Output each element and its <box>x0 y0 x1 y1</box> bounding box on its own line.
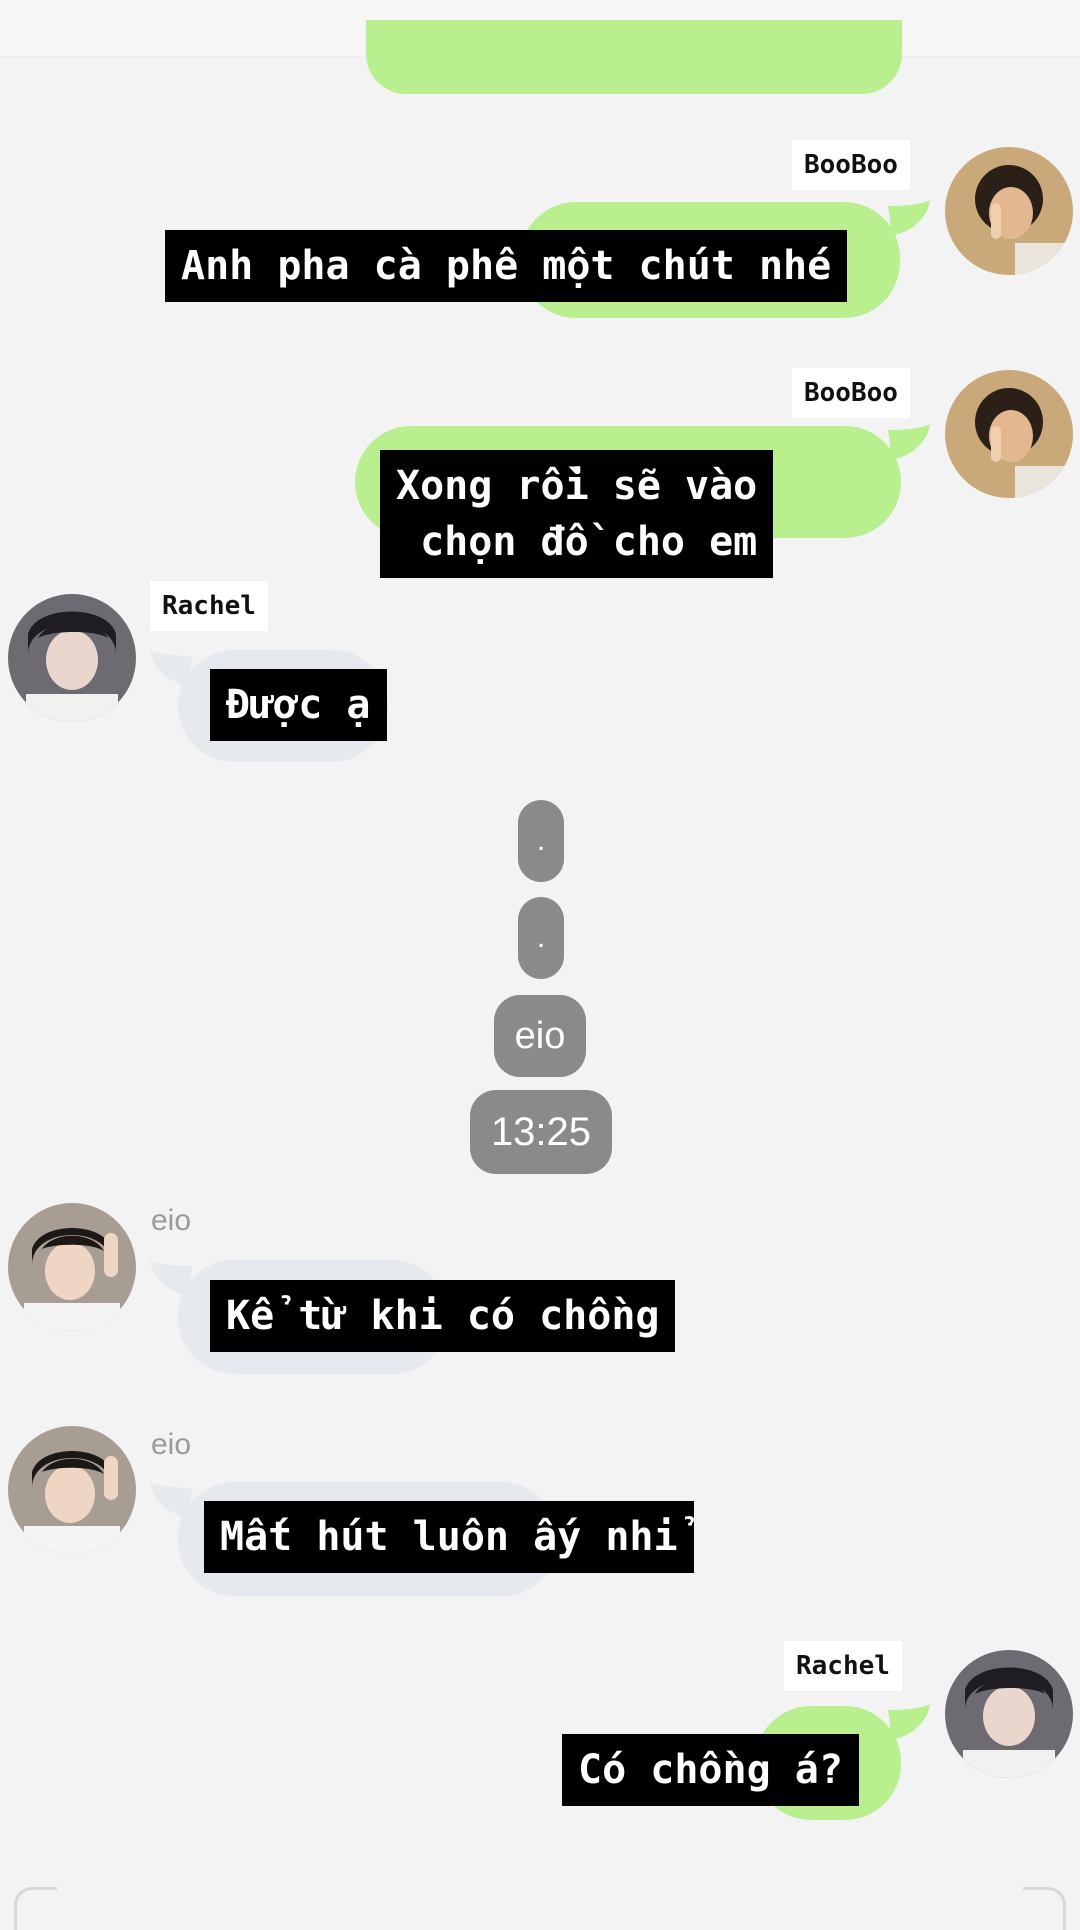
message-text-6: Có chồng á? <box>562 1734 859 1806</box>
message-text-5: Mất hút luôn ấy nhỉ <box>204 1501 694 1573</box>
avatar-eio-icon[interactable] <box>8 1426 136 1554</box>
avatar-booboo-icon[interactable] <box>945 370 1073 498</box>
bubble-tail-right <box>888 1704 930 1740</box>
corner-guide-left <box>14 1887 57 1930</box>
message-text-1: Anh pha cà phê một chút nhé <box>165 230 848 302</box>
avatar-booboo-icon[interactable] <box>945 147 1073 275</box>
avatar-eio-icon[interactable] <box>8 1203 136 1331</box>
corner-guide-right <box>1023 1887 1066 1930</box>
sender-name-booboo: BooBoo <box>792 140 910 190</box>
bubble-tail-right <box>888 424 930 460</box>
divider-timestamp: 13:25 <box>470 1090 612 1174</box>
divider-dot-2: . <box>518 897 564 979</box>
divider-dot-1: . <box>518 800 564 882</box>
sender-name-rachel: Rachel <box>150 581 268 631</box>
bubble-tail-right <box>888 200 930 236</box>
sender-name-eio: eio <box>151 1428 192 1461</box>
avatar-rachel-icon[interactable] <box>8 594 136 722</box>
message-text-4: Kể từ khi có chồng <box>210 1280 676 1352</box>
message-text-2: Xong rồi sẽ vào chọn đồ cho em <box>380 450 774 578</box>
message-text-3: Được ạ <box>210 669 387 741</box>
previous-message-bubble[interactable] <box>366 20 902 94</box>
sender-name-eio: eio <box>151 1204 192 1237</box>
sender-name-rachel: Rachel <box>784 1641 902 1691</box>
divider-sender-name: eio <box>494 995 586 1077</box>
sender-name-booboo: BooBoo <box>792 368 910 418</box>
avatar-rachel-icon[interactable] <box>945 1650 1073 1778</box>
